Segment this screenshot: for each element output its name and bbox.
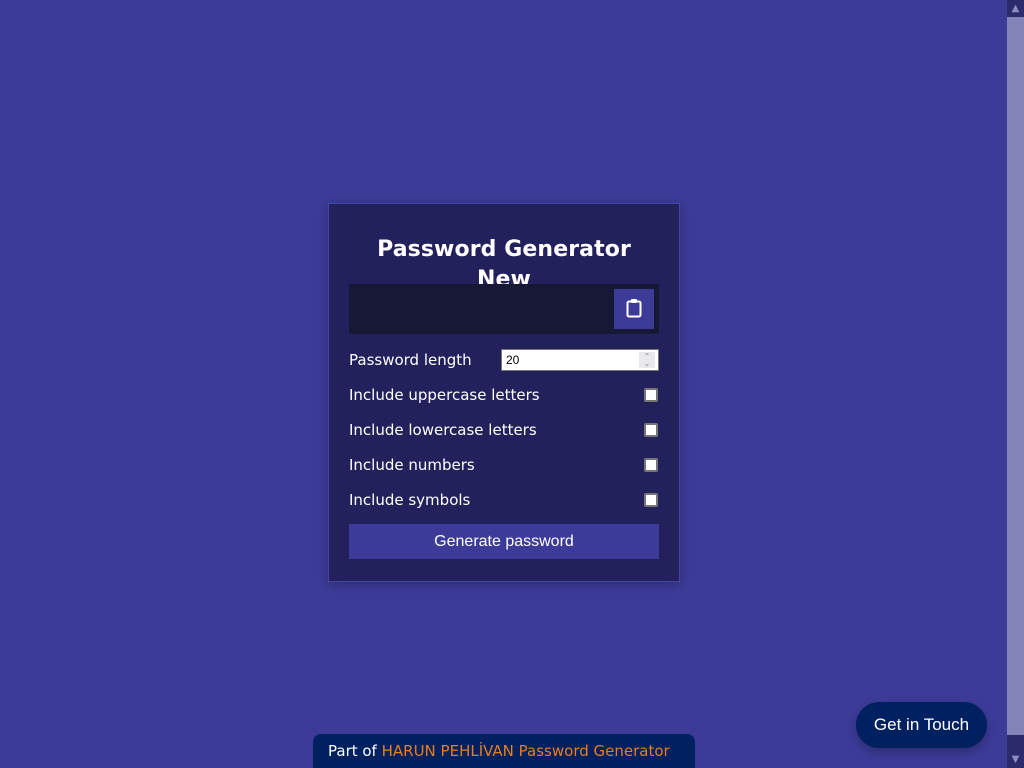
scrollbar-thumb[interactable] <box>1007 17 1024 735</box>
password-generator-card: Password Generator New Password length 2… <box>328 203 680 582</box>
password-result-box <box>349 284 659 334</box>
footer-prefix: Part of <box>328 742 382 760</box>
password-length-label: Password length <box>349 350 472 369</box>
chevron-down-icon[interactable]: ⌄ <box>644 359 651 367</box>
uppercase-checkbox[interactable] <box>644 387 658 402</box>
setting-uppercase: Include uppercase letters <box>349 377 659 412</box>
vertical-scrollbar[interactable]: ▲ ▼ <box>1007 0 1024 768</box>
setting-numbers: Include numbers <box>349 447 659 482</box>
lowercase-checkbox[interactable] <box>644 422 658 437</box>
uppercase-label: Include uppercase letters <box>349 385 540 404</box>
scroll-up-arrow-icon[interactable]: ▲ <box>1007 0 1024 17</box>
get-in-touch-button[interactable]: Get in Touch <box>856 702 987 748</box>
copy-to-clipboard-button[interactable] <box>614 289 654 329</box>
setting-lowercase: Include lowercase letters <box>349 412 659 447</box>
clipboard-icon <box>626 298 642 321</box>
card-title: Password Generator New <box>377 237 631 292</box>
page: Password Generator New Password length 2… <box>0 0 1007 768</box>
scroll-down-arrow-icon[interactable]: ▼ <box>1007 751 1024 768</box>
number-spinner[interactable]: ⌃ ⌄ <box>639 351 655 368</box>
numbers-label: Include numbers <box>349 455 475 474</box>
numbers-checkbox[interactable] <box>644 457 658 472</box>
setting-symbols: Include symbols <box>349 482 659 517</box>
lowercase-label: Include lowercase letters <box>349 420 537 439</box>
footer-link[interactable]: HARUN PEHLİVAN Password Generator <box>382 742 670 760</box>
symbols-checkbox[interactable] <box>644 492 658 507</box>
setting-password-length: Password length 20 ⌃ ⌄ <box>349 342 659 377</box>
password-length-value: 20 <box>506 352 520 367</box>
password-length-input[interactable]: 20 ⌃ ⌄ <box>501 348 659 371</box>
generate-password-button[interactable]: Generate password <box>349 524 659 559</box>
symbols-label: Include symbols <box>349 490 471 509</box>
footer-banner: Part of HARUN PEHLİVAN Password Generato… <box>313 734 695 768</box>
